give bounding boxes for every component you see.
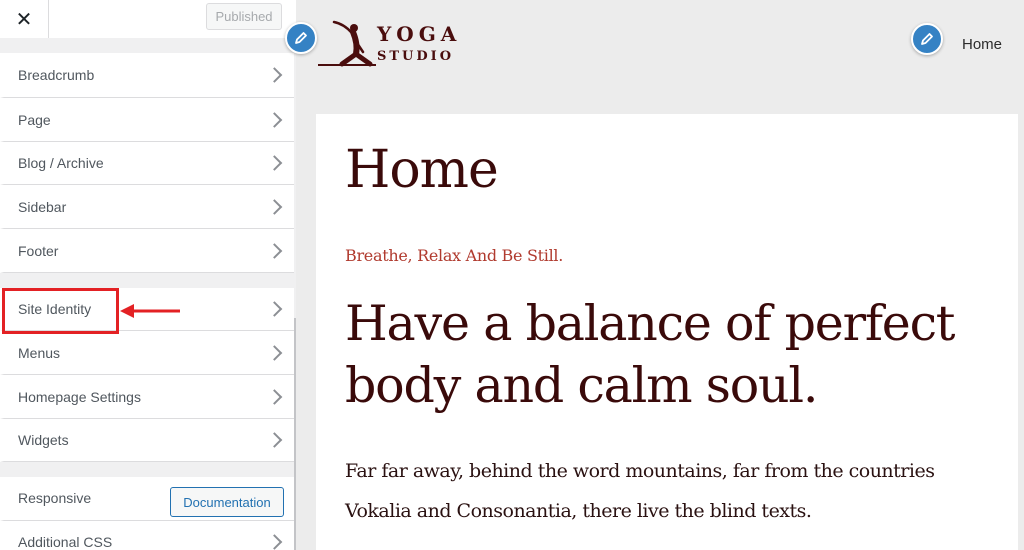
site-logo-subtitle[interactable]: STUDIO	[377, 49, 454, 64]
section-label: Breadcrumb	[18, 67, 95, 83]
section-sidebar[interactable]: Sidebar	[0, 185, 294, 229]
chevron-right-icon	[266, 198, 283, 215]
section-label: Page	[18, 111, 51, 128]
section-homepage-settings[interactable]: Homepage Settings	[0, 375, 294, 419]
annotation-arrow-icon	[120, 304, 180, 318]
chevron-right-icon	[266, 67, 283, 83]
chevron-right-icon	[266, 344, 283, 361]
site-logo-title[interactable]: YOGA	[377, 22, 461, 46]
chevron-right-icon	[266, 111, 283, 128]
section-additional-css[interactable]: Additional CSS	[0, 521, 294, 550]
nav-link-home[interactable]: Home	[962, 36, 1002, 53]
section-spacer	[0, 38, 294, 52]
section-breadcrumb[interactable]: Breadcrumb	[0, 53, 294, 98]
section-label: Footer	[18, 242, 59, 259]
customizer-sidebar: ✕ Published Breadcrumb Page Blog / Archi…	[0, 0, 297, 550]
close-icon: ✕	[15, 7, 33, 31]
publish-button[interactable]: Published	[206, 3, 282, 30]
section-label: Homepage Settings	[18, 388, 141, 405]
section-label: Responsive	[18, 490, 92, 506]
chevron-right-icon	[266, 242, 283, 259]
documentation-button[interactable]: Documentation	[170, 487, 284, 517]
section-label: Widgets	[18, 432, 69, 448]
chevron-right-icon	[266, 301, 283, 317]
menu-edit-shortcut[interactable]	[911, 23, 943, 55]
chevron-right-icon	[266, 534, 283, 550]
page-headline: Have a balance of perfect body and calm …	[345, 295, 956, 414]
logo-edit-shortcut[interactable]	[285, 22, 317, 54]
section-footer[interactable]: Footer	[0, 229, 294, 273]
page-paragraph: Far far away, behind the word mountains,…	[345, 460, 935, 522]
customizer-header: ✕ Published	[0, 0, 296, 39]
section-label: Sidebar	[18, 198, 67, 215]
section-menus[interactable]: Menus	[0, 331, 294, 375]
chevron-right-icon	[266, 388, 283, 405]
pencil-icon	[921, 33, 933, 45]
site-identity-highlight-box	[2, 288, 119, 334]
section-label: Blog / Archive	[18, 155, 104, 171]
section-label: Menus	[18, 344, 61, 361]
pencil-icon	[295, 32, 307, 44]
section-blog-archive[interactable]: Blog / Archive	[0, 142, 294, 185]
chevron-right-icon	[266, 155, 283, 171]
section-widgets[interactable]: Widgets	[0, 419, 294, 462]
section-page[interactable]: Page	[0, 98, 294, 142]
page-tagline: Breathe, Relax And Be Still.	[345, 246, 563, 265]
page-title: Home	[345, 140, 499, 200]
chevron-right-icon	[266, 432, 283, 448]
section-label: Additional CSS	[18, 534, 113, 550]
close-button[interactable]: ✕	[0, 0, 49, 38]
